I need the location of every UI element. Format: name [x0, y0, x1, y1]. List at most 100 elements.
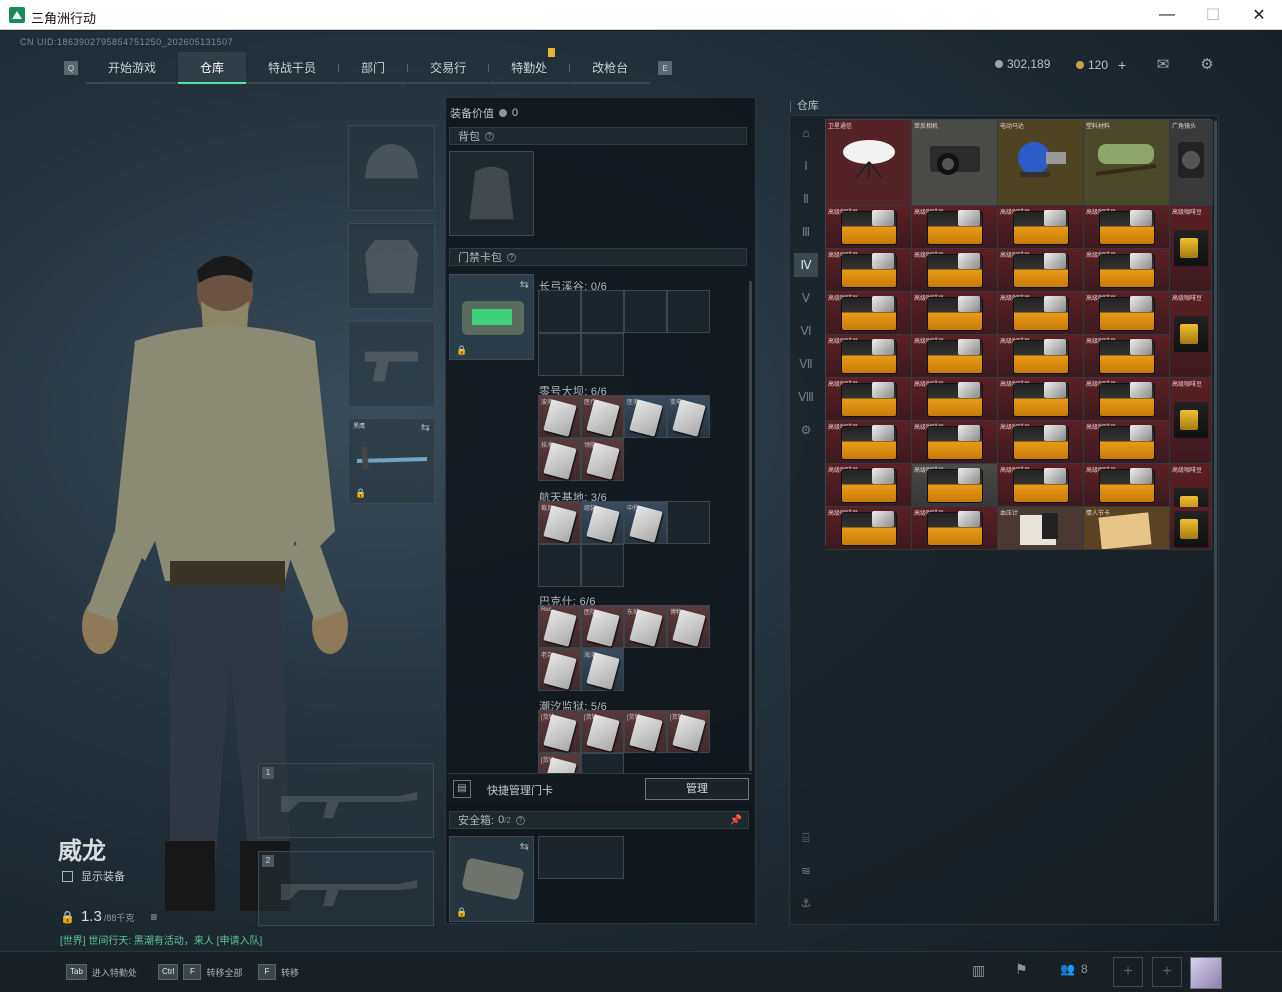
stash-item[interactable]: 电动马达 [998, 120, 1084, 206]
tab-department[interactable]: 部门 [339, 52, 408, 84]
coffee-bean-item[interactable]: 高级咖啡豆 [826, 249, 912, 292]
stash-item[interactable]: 高级咖啡豆 [912, 507, 998, 550]
coffee-bean-item[interactable]: 高级咖啡豆 [998, 206, 1084, 249]
stash-page-5-icon[interactable]: Ⅴ [794, 286, 818, 310]
keycard-item[interactable]: 变电 [667, 395, 710, 438]
keycard-item[interactable]: 中控 [624, 501, 667, 544]
tab-warehouse[interactable]: 仓库 [178, 52, 247, 84]
keycard-item[interactable]: [货轮 [538, 710, 581, 753]
keycard-empty-cell[interactable] [581, 544, 624, 587]
stash-page-1-icon[interactable]: Ⅰ [794, 154, 818, 178]
nav-prev-key[interactable]: Q [64, 61, 78, 75]
stash-page-8-icon[interactable]: Ⅷ [794, 385, 818, 409]
stash-layers-icon[interactable]: ≋ [794, 859, 818, 883]
coffee-bean-item[interactable]: 高级咖啡豆 [1084, 464, 1170, 507]
help-icon[interactable]: ? [515, 815, 525, 825]
stash-item[interactable]: 情人节卡 [1084, 507, 1170, 550]
maximize-button[interactable]: ☐ [1190, 0, 1236, 30]
keycard-empty-cell[interactable] [624, 290, 667, 333]
keycard-item[interactable]: 裁员 [538, 501, 581, 544]
coffee-bean-item[interactable]: 高级咖啡豆 [1084, 421, 1170, 464]
coffee-bag-item[interactable]: 高级咖啡豆 [1170, 292, 1212, 378]
help-icon[interactable]: ? [507, 252, 516, 262]
coffee-bean-item[interactable]: 高级咖啡豆 [1084, 335, 1170, 378]
tab-trading[interactable]: 交易行 [408, 52, 489, 84]
coffee-bean-item[interactable]: 高级咖啡豆 [826, 206, 912, 249]
weight-list-icon[interactable]: ≡ [150, 910, 157, 924]
mail-icon[interactable]: ✉ [1154, 55, 1172, 73]
world-chat-line[interactable]: [世界] 世间行天: 黑潮有活动，来人 [申请入队] [60, 932, 262, 947]
stash-item[interactable]: 血压计 [998, 507, 1084, 550]
keycard-item[interactable]: 海湾 [581, 648, 624, 691]
friends-button[interactable]: 👥 8 [1060, 962, 1088, 976]
keycard-empty-cell[interactable] [581, 290, 624, 333]
keycard-empty-cell[interactable] [581, 333, 624, 376]
keycard-item[interactable]: [货轮 [624, 710, 667, 753]
stash-page-2-icon[interactable]: Ⅱ [794, 187, 818, 211]
keycard-empty-cell[interactable] [667, 290, 710, 333]
coffee-bean-item[interactable]: 高级咖啡豆 [826, 378, 912, 421]
coffee-bean-item[interactable]: 高级咖啡豆 [998, 292, 1084, 335]
stats-chart-icon[interactable]: ▥ [972, 962, 985, 979]
coupon-add-button[interactable]: + [1118, 57, 1126, 73]
stash-page-6-icon[interactable]: Ⅵ [794, 319, 818, 343]
coffee-bean-item[interactable]: 高级咖啡豆 [912, 378, 998, 421]
primary-weapon-slot[interactable]: 1 [258, 763, 434, 838]
show-gear-checkbox[interactable] [62, 870, 73, 882]
coffee-bean-item[interactable]: 高级咖啡豆 [912, 421, 998, 464]
pistol-slot[interactable] [348, 321, 435, 407]
stash-item[interactable]: 高级咖啡豆 [826, 507, 912, 550]
keycard-item[interactable]: [货轮 [581, 710, 624, 753]
tab-start-game[interactable]: 开始游戏 [86, 52, 179, 84]
swap-icon[interactable]: ⇆ [520, 840, 529, 853]
coffee-bean-item[interactable]: 高级咖啡豆 [998, 378, 1084, 421]
tab-operators[interactable]: 特战干员 [246, 52, 339, 84]
stash-page-4-icon[interactable]: Ⅳ [794, 253, 818, 277]
coffee-bean-item[interactable]: 高级咖啡豆 [1084, 206, 1170, 249]
coffee-bean-item[interactable]: 高级咖啡豆 [912, 292, 998, 335]
hint-transfer-all[interactable]: Ctrl F 转移全部 [158, 964, 242, 980]
melee-slot[interactable]: 黑鹰 ⇆ 🔒 [348, 418, 435, 504]
keycard-case-slot[interactable]: ⇆ 🔒 [449, 274, 534, 360]
close-button[interactable]: ✕ [1236, 0, 1282, 30]
coffee-bag-item[interactable]: 高级咖啡豆 [1170, 378, 1212, 464]
stash-page-7-icon[interactable]: Ⅶ [794, 352, 818, 376]
coffee-bean-item[interactable]: 高级咖啡豆 [998, 464, 1084, 507]
nav-next-key[interactable]: E [658, 61, 673, 75]
keycard-item[interactable]: 医院 [581, 605, 624, 648]
coffee-bean-item[interactable]: 高级咖啡豆 [912, 464, 998, 507]
coffee-bean-item[interactable]: 高级咖啡豆 [1084, 378, 1170, 421]
flag-icon[interactable]: ⚑ [1015, 961, 1028, 978]
help-icon[interactable]: ? [485, 131, 494, 141]
add-teammate-button[interactable]: + [1113, 957, 1143, 987]
keycard-item[interactable]: 医疗 [581, 395, 624, 438]
hint-transfer[interactable]: F 转移 [258, 964, 299, 980]
keycard-item[interactable]: 博物 [667, 605, 710, 648]
keycard-empty-cell[interactable] [538, 290, 581, 333]
add-teammate-button[interactable]: + [1152, 957, 1182, 987]
stash-tidy-icon[interactable]: ⚓ [794, 891, 818, 915]
coffee-bag-item[interactable] [1170, 507, 1212, 550]
stash-scrollbar[interactable] [1214, 121, 1217, 921]
coffee-bean-item[interactable]: 高级咖啡豆 [912, 335, 998, 378]
swap-icon[interactable]: ⇆ [520, 278, 529, 291]
stash-settings-icon[interactable]: ⚙ [794, 418, 818, 442]
coffee-bean-item[interactable]: 高级咖啡豆 [1084, 249, 1170, 292]
coffee-bean-item[interactable]: 高级咖啡豆 [998, 249, 1084, 292]
coffee-bean-item[interactable]: 高级咖啡豆 [998, 335, 1084, 378]
stash-item[interactable]: 单反相机 [912, 120, 998, 206]
armor-slot[interactable] [348, 223, 435, 309]
show-gear-toggle[interactable]: 显示装备 [62, 868, 125, 884]
manage-button[interactable]: 管理 [645, 778, 749, 800]
tab-special-ops[interactable]: 特勤处 [489, 48, 570, 84]
stash-item[interactable]: 塑料材料 [1084, 120, 1170, 206]
safebox-cell[interactable] [538, 836, 624, 879]
keycard-item[interactable]: 东城 [624, 605, 667, 648]
keycard-item[interactable]: Rec [538, 605, 581, 648]
coffee-bag-item[interactable]: 高级咖啡豆 [1170, 206, 1212, 292]
keycard-empty-cell[interactable] [538, 544, 581, 587]
minimize-button[interactable]: — [1144, 0, 1190, 30]
coffee-bean-item[interactable]: 高级咖啡豆 [826, 335, 912, 378]
coffee-bean-item[interactable]: 高级咖啡豆 [826, 421, 912, 464]
keycard-item[interactable]: 波务 [538, 395, 581, 438]
